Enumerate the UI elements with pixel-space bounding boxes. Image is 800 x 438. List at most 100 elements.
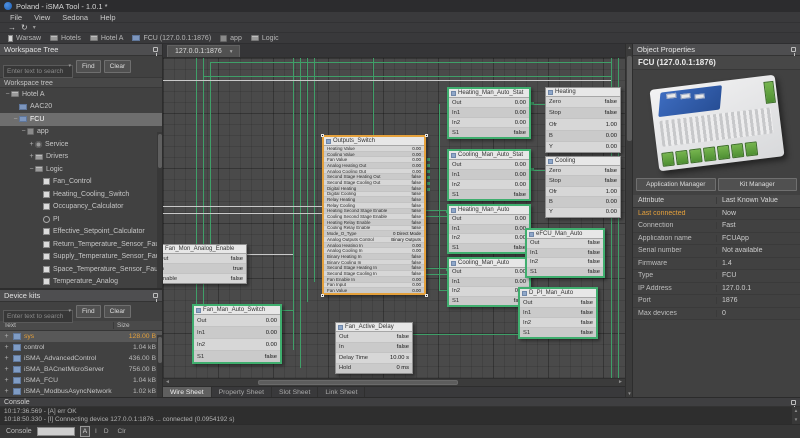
block-header[interactable]: Heating_Man_Auto_Stat	[449, 89, 529, 98]
block-slot-row[interactable]: S1false	[449, 190, 529, 199]
expander-icon[interactable]: +	[28, 153, 35, 160]
tree-item[interactable]: +Drivers	[0, 151, 162, 164]
menu-item-sedona[interactable]: Sedona	[62, 13, 88, 22]
device-kits-clear-button[interactable]: Clear	[104, 305, 132, 318]
expander-icon[interactable]: +	[3, 366, 10, 373]
expander-icon[interactable]: −	[20, 128, 27, 135]
block-slot-row[interactable]: In10.00	[449, 278, 529, 288]
block-D_PI_Man_Auto[interactable]: D_PI_Man_AutoOutfalseIn1falseIn2falseS1f…	[518, 287, 598, 339]
attribute-row[interactable]: Firmware1.4	[633, 258, 800, 271]
block-slot-row[interactable]: S1false	[527, 268, 603, 277]
block-Heating_Man_Auto[interactable]: Heating_Man_AutoOut0.00In10.00In20.00S1f…	[447, 204, 531, 254]
block-slot-row[interactable]: Hold0 ms	[336, 364, 412, 374]
console-filter-i[interactable]: I	[93, 427, 99, 436]
chevron-down-icon[interactable]: ▾	[230, 49, 233, 55]
expander-icon[interactable]: +	[3, 344, 10, 351]
breadcrumb-item[interactable]: Logic	[251, 35, 279, 42]
block-header[interactable]: Heating_Man_Auto	[449, 206, 529, 215]
tree-item[interactable]: Occupancy_Calculator	[0, 201, 162, 214]
scroll-right-icon[interactable]: ►	[616, 379, 625, 386]
tree-item[interactable]: Return_Temperature_Sensor_Fault	[0, 238, 162, 251]
breadcrumb-item[interactable]: app	[220, 35, 242, 42]
chevron-down-icon[interactable]: ▾	[68, 308, 71, 314]
refresh-dropdown-caret-icon[interactable]: ▾	[33, 24, 36, 31]
block-slot-row[interactable]: Delay Time10.00 s	[336, 353, 412, 364]
tree-item[interactable]: +Service	[0, 138, 162, 151]
block-slot-row[interactable]: S1false	[194, 351, 280, 362]
block-slot-row[interactable]: In1false	[527, 249, 603, 259]
breadcrumb-item[interactable]: Hotel A	[90, 35, 124, 42]
block-slot-row[interactable]: B0.00	[546, 131, 620, 142]
tree-item[interactable]: Effective_Setpoint_Calculator	[0, 226, 162, 239]
tree-item[interactable]: −Logic	[0, 163, 162, 176]
application-manager-button[interactable]: Application Manager	[636, 178, 716, 191]
tree-item[interactable]: Fan_Control	[0, 176, 162, 189]
tab-property-sheet[interactable]: Property Sheet	[212, 387, 272, 397]
breadcrumb-item[interactable]: Hotels	[50, 35, 81, 42]
tree-item[interactable]: Supply_Temperature_Sensor_Fault	[0, 251, 162, 264]
block-slot-row[interactable]: Out0.00	[449, 98, 529, 108]
attribute-row[interactable]: IP Address127.0.0.1	[633, 283, 800, 296]
wire-sheet-canvas[interactable]: Outputs_SwitchHeating Value0.00Cooling V…	[163, 58, 625, 378]
kit-row[interactable]: +iSMA_FCU1.04 kB	[0, 375, 162, 386]
block-slot-row[interactable]: Out0.00	[194, 315, 280, 327]
block-slot-row[interactable]: Fan Value0.00	[324, 288, 424, 293]
tree-item[interactable]: AAC20	[0, 101, 162, 114]
block-slot-row[interactable]: Y0.00	[546, 142, 620, 152]
tree-item[interactable]: Temperature_Analog	[0, 276, 162, 289]
block-header[interactable]: eFCU_Man_Auto	[527, 230, 603, 239]
canvas-horizontal-scrollbar[interactable]: ◄ ►	[163, 378, 625, 386]
block-header[interactable]: Fan_Mon_Analog_Enable	[163, 245, 246, 254]
tab-link-sheet[interactable]: Link Sheet	[318, 387, 365, 397]
block-slot-row[interactable]: Out0.00	[449, 160, 529, 170]
block-slot-row[interactable]: S1false	[449, 128, 529, 137]
block-slot-row[interactable]: Intrue	[163, 264, 246, 274]
console-filter-a[interactable]: A	[80, 426, 90, 437]
block-slot-row[interactable]: Outfalse	[527, 239, 603, 249]
attribute-row[interactable]: Application nameFCUApp	[633, 233, 800, 246]
scrollbar-thumb[interactable]	[258, 380, 458, 385]
block-Heating_Man_Auto_Stat[interactable]: Heating_Man_Auto_StatOut0.00In10.00In20.…	[447, 87, 531, 139]
block-slot-row[interactable]: In20.00	[194, 339, 280, 351]
expander-icon[interactable]: −	[28, 166, 35, 173]
block-slot-row[interactable]: In2false	[527, 258, 603, 268]
block-slot-row[interactable]: In20.00	[449, 118, 529, 128]
block-header[interactable]: Heating	[546, 88, 620, 97]
block-slot-row[interactable]: In20.00	[449, 287, 529, 297]
canvas-vertical-scrollbar[interactable]: ▲ ▼	[625, 44, 632, 397]
expander-icon[interactable]: +	[3, 388, 10, 395]
expander-icon[interactable]: +	[28, 141, 35, 148]
block-slot-row[interactable]: In20.00	[449, 180, 529, 190]
menu-item-file[interactable]: File	[10, 13, 22, 22]
block-slot-row[interactable]: B0.00	[546, 197, 620, 207]
block-slot-row[interactable]: In10.00	[449, 108, 529, 118]
block-header[interactable]: Fan_Active_Delay	[336, 323, 412, 332]
refresh-icon[interactable]: ↻	[21, 24, 28, 32]
block-Fan_Man_Auto_Switch[interactable]: Fan_Man_Auto_SwitchOut0.00In10.00In20.00…	[192, 304, 282, 364]
kit-row[interactable]: +iSMA_ModbusAsyncNetwork1.02 kB	[0, 386, 162, 397]
block-slot-row[interactable]: S1false	[449, 244, 529, 253]
tree-item[interactable]: Space_Temperature_Sensor_Fault	[0, 263, 162, 276]
kit-row[interactable]: +control1.04 kB	[0, 342, 162, 353]
block-Fan_Active_Delay[interactable]: Fan_Active_DelayOutfalseInfalseDelay Tim…	[335, 322, 413, 374]
scroll-left-icon[interactable]: ◄	[163, 379, 172, 386]
block-slot-row[interactable]: In10.00	[449, 225, 529, 235]
tree-item[interactable]: −app	[0, 126, 162, 139]
breadcrumb-item[interactable]: Warsaw	[8, 35, 41, 42]
block-slot-row[interactable]: Outfalse	[336, 332, 412, 343]
block-slot-row[interactable]: In10.00	[194, 327, 280, 339]
pin-icon[interactable]	[791, 400, 796, 405]
block-header[interactable]: Cooling	[546, 157, 620, 166]
connect-arrow-icon[interactable]: →	[8, 24, 16, 32]
workspace-find-button[interactable]: Find	[76, 60, 101, 73]
block-slot-row[interactable]: In2false	[520, 318, 596, 328]
attribute-row[interactable]: Port1876	[633, 295, 800, 308]
block-slot-row[interactable]: Infalse	[336, 343, 412, 354]
expander-icon[interactable]: −	[4, 91, 11, 98]
expander-icon[interactable]: +	[3, 333, 10, 340]
console-scrollbar[interactable]: ▲▼	[792, 407, 800, 424]
tree-item[interactable]: −FCU	[0, 113, 162, 126]
block-slot-row[interactable]: In10.00	[449, 170, 529, 180]
block-Outputs_Switch[interactable]: Outputs_SwitchHeating Value0.00Cooling V…	[322, 135, 426, 295]
block-slot-row[interactable]: Outfalse	[520, 298, 596, 308]
